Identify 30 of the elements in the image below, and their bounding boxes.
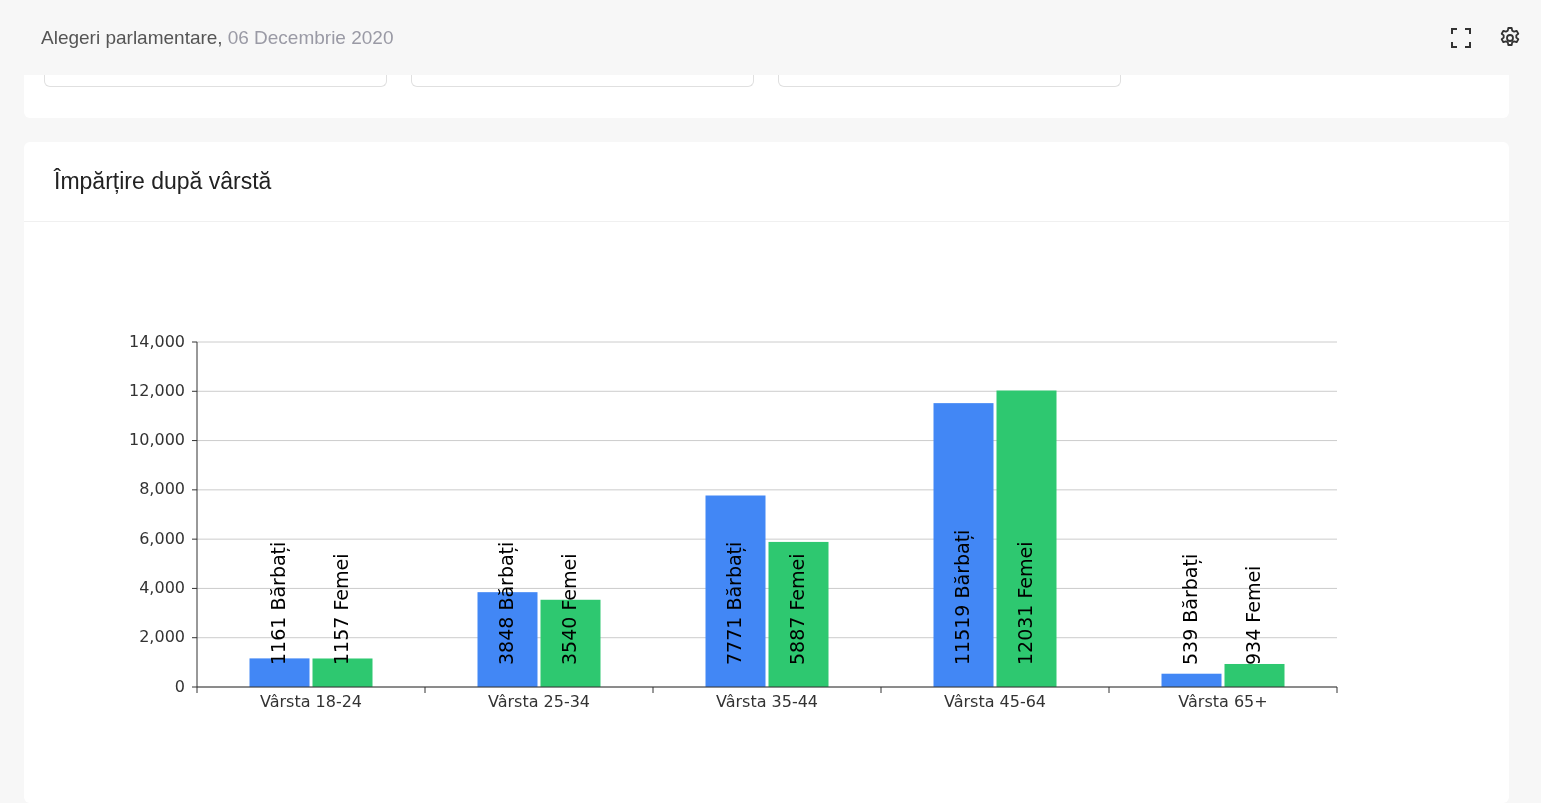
bar[interactable] <box>996 390 1057 687</box>
axis-tick-label: 6,000 <box>139 528 185 548</box>
axis-tick-label: 4,000 <box>139 577 185 597</box>
axis-tick-label: Vârsta 35-44 <box>715 692 819 711</box>
axis-tick-label: Vârsta 25-34 <box>487 692 591 711</box>
axis-tick-label: Vârsta 45-64 <box>943 692 1047 711</box>
fullscreen-icon[interactable] <box>1450 26 1472 49</box>
bar-value-label: 1161 Bărbați <box>267 541 289 665</box>
panel-title: Împărțire după vârstă <box>54 168 272 195</box>
bar-value-label: 11519 Bărbați <box>951 529 973 665</box>
axis-tick-label: Vârsta 18-24 <box>259 692 363 711</box>
axis-tick-label: 2,000 <box>139 627 185 647</box>
bar-value-label: 539 Bărbați <box>1179 553 1201 665</box>
bar-value-label: 934 Femei <box>1242 565 1264 665</box>
bar[interactable] <box>705 495 766 687</box>
axis-tick-label: 8,000 <box>139 479 185 499</box>
page-title: Alegeri parlamentare, 06 Decembrie 2020 <box>41 26 394 49</box>
axis-tick-label: Vârsta 65+ <box>1178 692 1268 711</box>
bar-value-label: 1157 Femei <box>330 553 352 665</box>
bar-value-label: 12031 Femei <box>1014 541 1036 665</box>
bar-value-label: 5887 Femei <box>786 553 808 665</box>
bar[interactable] <box>933 403 994 687</box>
bar-value-label: 3848 Bărbați <box>495 541 517 665</box>
bar-value-label: 3540 Femei <box>558 553 580 665</box>
axis-tick-label: 10,000 <box>129 430 185 450</box>
axis-tick-label: 12,000 <box>129 380 185 400</box>
axis-tick-label: 0 <box>174 676 185 696</box>
axis-tick-label: 14,000 <box>129 331 185 351</box>
bar[interactable] <box>768 541 829 687</box>
bar-value-label: 7771 Bărbați <box>723 541 745 665</box>
